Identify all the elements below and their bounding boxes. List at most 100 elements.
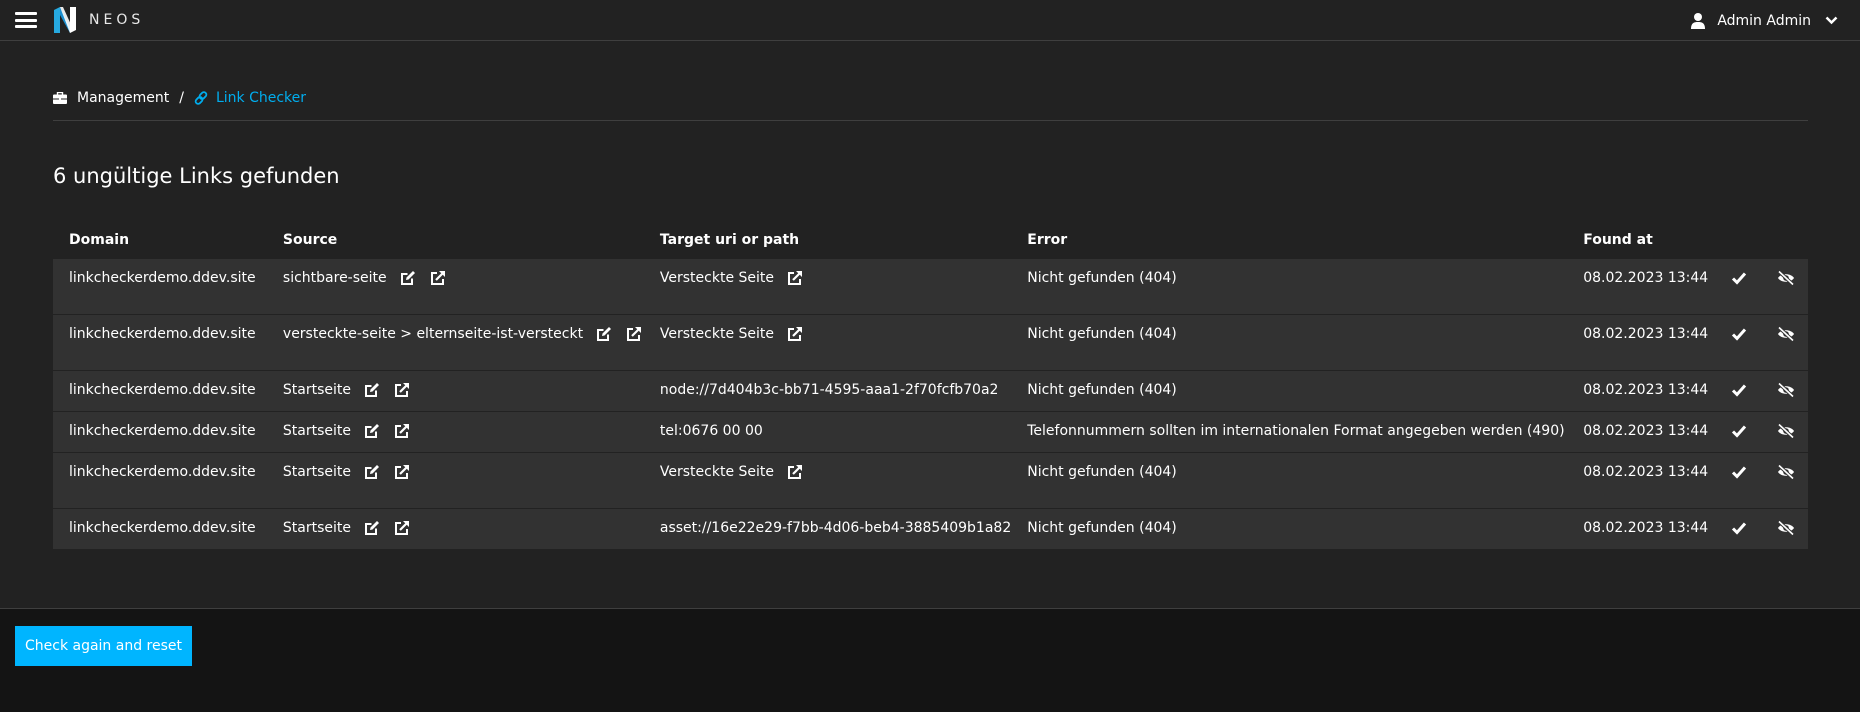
- cell-error: Nicht gefunden (404): [1011, 507, 1568, 549]
- cell-mark-done: [1715, 257, 1762, 314]
- cell-error: Nicht gefunden (404): [1011, 313, 1568, 370]
- external-link-icon[interactable]: [394, 520, 410, 536]
- check-icon[interactable]: [1731, 464, 1749, 480]
- neos-logo-icon: [54, 7, 76, 33]
- eye-slash-icon[interactable]: [1777, 519, 1795, 536]
- cell-error: Nicht gefunden (404): [1011, 257, 1568, 314]
- error-text: Nicht gefunden (404): [1027, 519, 1177, 536]
- source-text: Startseite: [282, 463, 352, 480]
- breadcrumb-current[interactable]: Link Checker: [216, 90, 306, 106]
- cell-source: versteckte-seite > elternseite-ist-verst…: [266, 313, 644, 370]
- edit-icon[interactable]: [364, 464, 380, 480]
- table-row: linkcheckerdemo.ddev.site Startseite tel…: [53, 410, 1808, 452]
- external-link-icon[interactable]: [394, 423, 410, 439]
- breadcrumb: Management / Link Checker: [53, 90, 306, 106]
- check-icon[interactable]: [1731, 423, 1749, 439]
- cell-mark-done: [1715, 369, 1762, 411]
- breadcrumb-parent[interactable]: Management: [77, 90, 169, 106]
- external-link-icon[interactable]: [787, 270, 803, 286]
- cell-error: Nicht gefunden (404): [1011, 369, 1568, 411]
- link-icon: [194, 91, 208, 105]
- cell-source: Startseite: [266, 410, 644, 452]
- user-menu[interactable]: Admin Admin: [1691, 0, 1838, 41]
- column-header-target: Target uri or path: [659, 231, 800, 248]
- cell-found-at: 08.02.2023 13:44: [1567, 410, 1716, 452]
- eye-slash-icon[interactable]: [1777, 269, 1795, 286]
- check-again-reset-button[interactable]: Check again and reset: [15, 626, 192, 666]
- found-at-text: 08.02.2023 13:44: [1583, 422, 1709, 439]
- error-text: Nicht gefunden (404): [1027, 269, 1177, 286]
- invalid-links-table: Domain Source Target uri or path Error F…: [53, 222, 1808, 549]
- target-text: tel:0676 00 00: [659, 422, 763, 439]
- domain-text: linkcheckerdemo.ddev.site: [69, 463, 256, 480]
- edit-icon[interactable]: [364, 382, 380, 398]
- external-link-icon[interactable]: [430, 270, 446, 286]
- cell-mark-done: [1715, 451, 1762, 508]
- cell-mark-done: [1715, 313, 1762, 370]
- eye-slash-icon[interactable]: [1777, 422, 1795, 439]
- cell-found-at: 08.02.2023 13:44: [1567, 313, 1716, 370]
- check-icon[interactable]: [1731, 382, 1749, 398]
- external-link-icon[interactable]: [394, 382, 410, 398]
- column-header-error: Error: [1027, 231, 1068, 248]
- domain-text: linkcheckerdemo.ddev.site: [69, 269, 256, 286]
- source-text: Startseite: [282, 519, 352, 536]
- user-icon: [1691, 12, 1706, 29]
- eye-slash-icon[interactable]: [1777, 463, 1795, 480]
- cell-found-at: 08.02.2023 13:44: [1567, 257, 1716, 314]
- cell-domain: linkcheckerdemo.ddev.site: [53, 313, 267, 370]
- edit-icon[interactable]: [364, 520, 380, 536]
- edit-icon[interactable]: [364, 423, 380, 439]
- cell-source: Startseite: [266, 451, 644, 508]
- cell-ignore: [1761, 313, 1808, 370]
- target-text: asset://16e22e29-f7bb-4d06-beb4-3885409b…: [659, 519, 1012, 536]
- table-row: linkcheckerdemo.ddev.site Startseite nod…: [53, 369, 1808, 411]
- cell-source: Startseite: [266, 369, 644, 411]
- source-text: Startseite: [282, 381, 352, 398]
- check-icon[interactable]: [1731, 270, 1749, 286]
- target-text: Versteckte Seite: [659, 269, 774, 286]
- target-text: Versteckte Seite: [659, 463, 774, 480]
- domain-text: linkcheckerdemo.ddev.site: [69, 422, 256, 439]
- eye-slash-icon[interactable]: [1777, 381, 1795, 398]
- error-text: Nicht gefunden (404): [1027, 463, 1177, 480]
- page-title: 6 ungültige Links gefunden: [53, 164, 340, 188]
- column-header-source: Source: [282, 231, 338, 248]
- cell-mark-done: [1715, 410, 1762, 452]
- external-link-icon[interactable]: [626, 326, 642, 342]
- error-text: Telefonnummern sollten im internationale…: [1027, 422, 1565, 439]
- check-icon[interactable]: [1731, 326, 1749, 342]
- cell-domain: linkcheckerdemo.ddev.site: [53, 257, 267, 314]
- target-text: node://7d404b3c-bb71-4595-aaa1-2f70fcfb7…: [659, 381, 999, 398]
- external-link-icon[interactable]: [787, 464, 803, 480]
- check-icon[interactable]: [1731, 520, 1749, 536]
- domain-text: linkcheckerdemo.ddev.site: [69, 381, 256, 398]
- cell-found-at: 08.02.2023 13:44: [1567, 507, 1716, 549]
- edit-icon[interactable]: [400, 270, 416, 286]
- edit-icon[interactable]: [596, 326, 612, 342]
- column-header-domain: Domain: [69, 231, 130, 248]
- cell-error: Nicht gefunden (404): [1011, 451, 1568, 508]
- footer-bar: Check again and reset: [0, 608, 1860, 712]
- cell-source: sichtbare-seite: [266, 257, 644, 314]
- source-text: sichtbare-seite: [282, 269, 387, 286]
- external-link-icon[interactable]: [787, 326, 803, 342]
- cell-ignore: [1761, 507, 1808, 549]
- domain-text: linkcheckerdemo.ddev.site: [69, 519, 256, 536]
- cell-mark-done: [1715, 507, 1762, 549]
- user-name: Admin Admin: [1717, 12, 1811, 29]
- column-header-found-at: Found at: [1583, 231, 1653, 248]
- top-bar: NEOS Admin Admin: [0, 0, 1860, 41]
- table-header-row: Domain Source Target uri or path Error F…: [53, 222, 1808, 258]
- breadcrumb-separator: /: [179, 90, 184, 106]
- domain-text: linkcheckerdemo.ddev.site: [69, 325, 256, 342]
- external-link-icon[interactable]: [394, 464, 410, 480]
- neos-logo[interactable]: NEOS: [54, 7, 144, 33]
- table-row: linkcheckerdemo.ddev.site versteckte-sei…: [53, 313, 1808, 370]
- eye-slash-icon[interactable]: [1777, 325, 1795, 342]
- found-at-text: 08.02.2023 13:44: [1583, 269, 1709, 286]
- cell-target: Versteckte Seite: [643, 257, 1012, 314]
- found-at-text: 08.02.2023 13:44: [1583, 381, 1709, 398]
- menu-toggle-icon[interactable]: [15, 12, 37, 28]
- breadcrumb-divider: [53, 120, 1808, 121]
